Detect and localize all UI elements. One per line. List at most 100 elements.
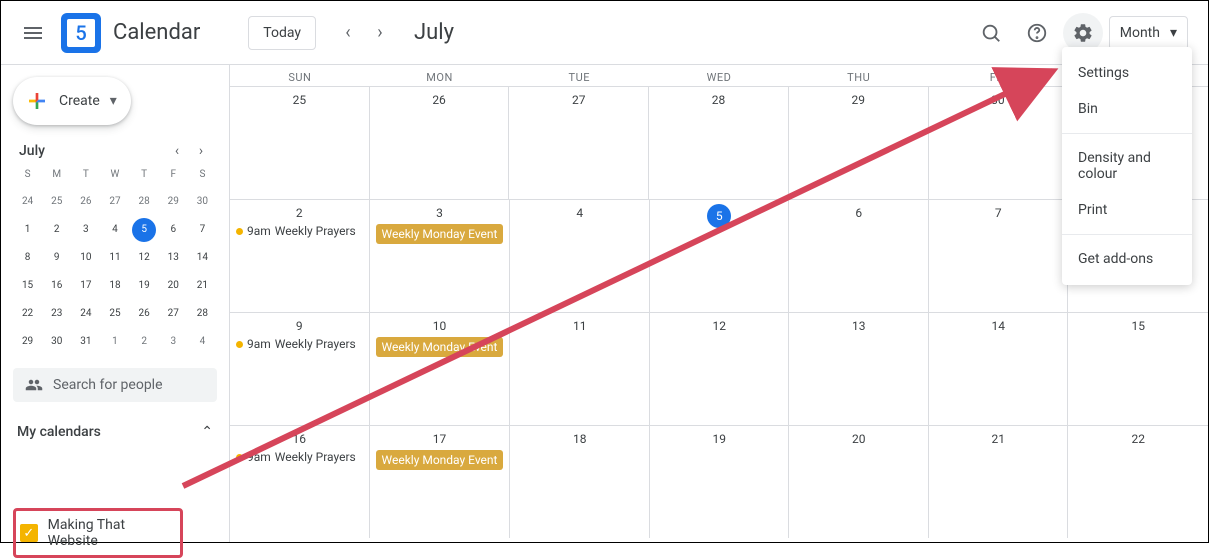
mini-day-cell[interactable]: 1 xyxy=(103,330,127,354)
day-cell[interactable]: 6 xyxy=(789,200,929,312)
search-people-input[interactable]: Search for people xyxy=(13,368,217,402)
day-cell[interactable]: 7 xyxy=(929,200,1069,312)
event-weekly-prayers[interactable]: 9am Weekly Prayers xyxy=(236,450,363,464)
mini-day-cell[interactable]: 4 xyxy=(190,330,214,354)
mini-day-cell[interactable]: 8 xyxy=(16,246,40,270)
event-weekly-monday[interactable]: Weekly Monday Event xyxy=(376,224,504,244)
mini-day-cell[interactable]: 9 xyxy=(45,246,69,270)
dropdown-item-settings[interactable]: Settings xyxy=(1062,55,1192,91)
calendar-item-making-that-website[interactable]: ✓ Making That Website xyxy=(13,508,183,558)
mini-next-button[interactable]: › xyxy=(191,143,211,159)
calendar-name: Making That Website xyxy=(48,517,176,549)
mini-day-cell[interactable]: 29 xyxy=(161,190,185,214)
day-cell[interactable]: 169am Weekly Prayers xyxy=(230,426,370,538)
mini-day-cell[interactable]: 18 xyxy=(103,274,127,298)
mini-day-cell[interactable]: 24 xyxy=(16,190,40,214)
mini-day-cell[interactable]: 2 xyxy=(45,218,69,242)
day-cell[interactable]: 21 xyxy=(929,426,1069,538)
day-cell[interactable]: 26 xyxy=(370,87,510,199)
mini-day-cell[interactable]: 27 xyxy=(103,190,127,214)
day-cell[interactable]: 13 xyxy=(789,313,929,425)
event-weekly-monday[interactable]: Weekly Monday Event xyxy=(376,450,504,470)
my-calendars-section[interactable]: My calendars ⌃ xyxy=(13,424,217,440)
next-month-button[interactable]: › xyxy=(364,17,396,49)
search-icon xyxy=(980,22,1002,44)
create-button[interactable]: Create ▾ xyxy=(13,77,131,125)
mini-day-cell[interactable]: 3 xyxy=(161,330,185,354)
event-weekly-prayers[interactable]: 9am Weekly Prayers xyxy=(236,224,363,238)
day-cell[interactable]: 20 xyxy=(789,426,929,538)
mini-day-cell[interactable]: 22 xyxy=(16,302,40,326)
mini-day-cell[interactable]: 20 xyxy=(161,274,185,298)
day-number: 19 xyxy=(656,432,783,446)
mini-day-cell[interactable]: 7 xyxy=(190,218,214,242)
day-cell[interactable]: 18 xyxy=(510,426,650,538)
mini-prev-button[interactable]: ‹ xyxy=(167,143,187,159)
mini-day-cell[interactable]: 12 xyxy=(132,246,156,270)
day-cell[interactable]: 29 xyxy=(789,87,929,199)
mini-day-cell[interactable]: 30 xyxy=(190,190,214,214)
day-number: 18 xyxy=(516,432,643,446)
main-menu-button[interactable] xyxy=(9,9,57,57)
day-cell[interactable]: 29am Weekly Prayers xyxy=(230,200,370,312)
mini-day-cell[interactable]: 25 xyxy=(45,190,69,214)
mini-day-cell[interactable]: 5 xyxy=(132,218,156,242)
day-cell[interactable]: 5 xyxy=(650,200,790,312)
mini-day-cell[interactable]: 24 xyxy=(74,302,98,326)
mini-day-cell[interactable]: 29 xyxy=(16,330,40,354)
day-cell[interactable]: 17Weekly Monday Event xyxy=(370,426,511,538)
day-cell[interactable]: 10Weekly Monday Event xyxy=(370,313,511,425)
day-cell[interactable]: 11 xyxy=(510,313,650,425)
mini-day-cell[interactable]: 17 xyxy=(74,274,98,298)
search-button[interactable] xyxy=(971,13,1011,53)
day-cell[interactable]: 99am Weekly Prayers xyxy=(230,313,370,425)
dropdown-item-density[interactable]: Density and colour xyxy=(1062,140,1192,192)
help-button[interactable] xyxy=(1017,13,1057,53)
day-cell[interactable]: 12 xyxy=(650,313,790,425)
event-weekly-prayers[interactable]: 9am Weekly Prayers xyxy=(236,337,363,351)
dropdown-item-print[interactable]: Print xyxy=(1062,192,1192,228)
mini-day-cell[interactable]: 4 xyxy=(103,218,127,242)
mini-day-cell[interactable]: 15 xyxy=(16,274,40,298)
mini-day-cell[interactable]: 3 xyxy=(74,218,98,242)
day-cell[interactable]: 25 xyxy=(230,87,370,199)
day-cell[interactable]: 27 xyxy=(509,87,649,199)
mini-day-cell[interactable]: 19 xyxy=(132,274,156,298)
app-logo[interactable]: 5 Calendar xyxy=(61,13,200,53)
day-cell[interactable]: 30 xyxy=(929,87,1069,199)
mini-day-cell[interactable]: 10 xyxy=(74,246,98,270)
mini-day-cell[interactable]: 21 xyxy=(190,274,214,298)
mini-day-cell[interactable]: 30 xyxy=(45,330,69,354)
day-cell[interactable]: 19 xyxy=(650,426,790,538)
today-button[interactable]: Today xyxy=(248,16,316,50)
mini-day-cell[interactable]: 6 xyxy=(161,218,185,242)
day-number: 20 xyxy=(795,432,922,446)
calendar-checkbox[interactable]: ✓ xyxy=(20,524,38,542)
prev-month-button[interactable]: ‹ xyxy=(332,17,364,49)
hamburger-icon xyxy=(21,21,45,45)
day-cell[interactable]: 14 xyxy=(929,313,1069,425)
mini-day-cell[interactable]: 28 xyxy=(132,190,156,214)
view-selector[interactable]: Month ▾ xyxy=(1109,16,1188,50)
dropdown-item-bin[interactable]: Bin xyxy=(1062,91,1192,127)
day-cell[interactable]: 3Weekly Monday Event xyxy=(370,200,511,312)
mini-day-cell[interactable]: 25 xyxy=(103,302,127,326)
mini-day-cell[interactable]: 2 xyxy=(132,330,156,354)
event-weekly-monday[interactable]: Weekly Monday Event xyxy=(376,337,504,357)
mini-day-cell[interactable]: 23 xyxy=(45,302,69,326)
dropdown-item-addons[interactable]: Get add-ons xyxy=(1062,241,1192,277)
mini-day-cell[interactable]: 11 xyxy=(103,246,127,270)
day-cell[interactable]: 22 xyxy=(1068,426,1208,538)
day-cell[interactable]: 28 xyxy=(649,87,789,199)
mini-day-cell[interactable]: 26 xyxy=(132,302,156,326)
day-cell[interactable]: 4 xyxy=(510,200,650,312)
mini-day-cell[interactable]: 31 xyxy=(74,330,98,354)
mini-day-cell[interactable]: 14 xyxy=(190,246,214,270)
day-cell[interactable]: 15 xyxy=(1068,313,1208,425)
mini-day-cell[interactable]: 1 xyxy=(16,218,40,242)
mini-day-cell[interactable]: 27 xyxy=(161,302,185,326)
mini-day-cell[interactable]: 26 xyxy=(74,190,98,214)
mini-day-cell[interactable]: 16 xyxy=(45,274,69,298)
mini-day-cell[interactable]: 28 xyxy=(190,302,214,326)
mini-day-cell[interactable]: 13 xyxy=(161,246,185,270)
